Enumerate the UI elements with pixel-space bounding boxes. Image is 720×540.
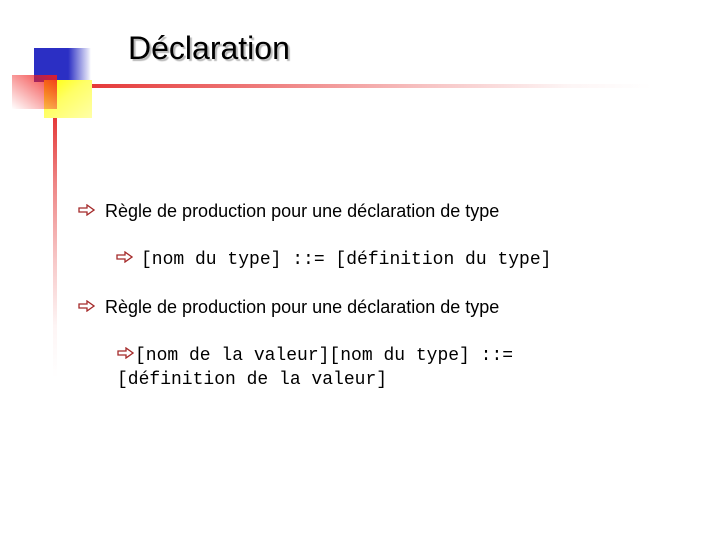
right-arrow-icon <box>116 251 133 264</box>
right-arrow-icon <box>78 204 95 217</box>
slide-title: Déclaration <box>128 30 290 66</box>
sub-bullet-text: [nom de la valeur][nom du type] ::= [déf… <box>117 346 514 390</box>
decorative-red-square <box>12 75 57 109</box>
bullet-text: Règle de production pour une déclaration… <box>105 201 500 221</box>
sub-bullet-item: [nom de la valeur][nom du type] ::= [déf… <box>117 344 577 392</box>
bullet-text: Règle de production pour une déclaration… <box>105 297 500 317</box>
sub-bullet-item: [nom du type] ::= [définition du type] <box>116 248 551 272</box>
sub-bullet-text: [nom du type] ::= [définition du type] <box>141 250 552 270</box>
bullet-item: Règle de production pour une déclaration… <box>78 201 499 222</box>
title-underline-rule <box>92 84 652 88</box>
right-arrow-icon <box>117 347 134 360</box>
vertical-accent-rule <box>53 118 57 378</box>
right-arrow-icon <box>78 300 95 313</box>
bullet-item: Règle de production pour une déclaration… <box>78 297 499 318</box>
slide: Déclaration Règle de production pour une… <box>0 0 720 540</box>
